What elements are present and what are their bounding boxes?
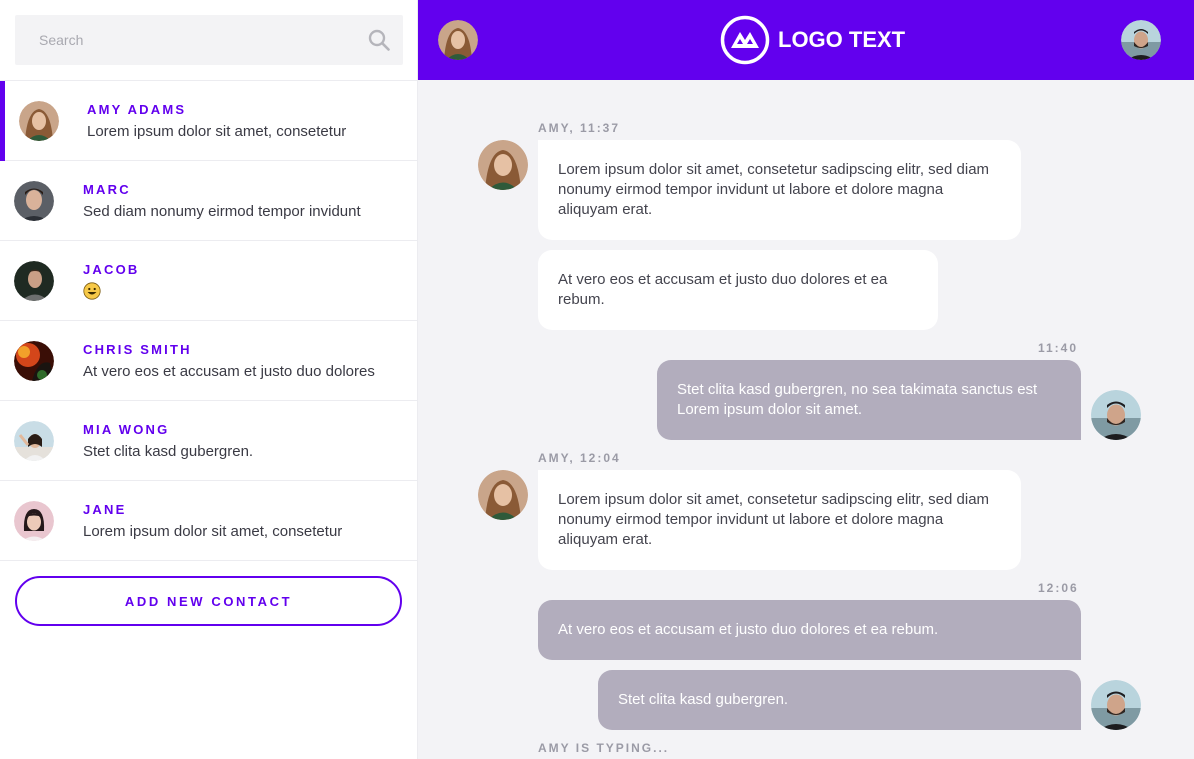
contact-name: Amy Adams bbox=[87, 102, 187, 117]
contact-preview: Lorem ipsum dolor sit amet, consetetur bbox=[83, 523, 343, 540]
contacts-sidebar: Amy Adams Lorem ipsum dolor sit amet, co… bbox=[0, 0, 418, 759]
message-bubble: Stet clita kasd gubergren, no sea takima… bbox=[657, 360, 1081, 440]
contact-name: Jacob bbox=[83, 262, 140, 277]
contact-item-chris-smith[interactable]: Chris Smith At vero eos et accusam et ju… bbox=[0, 321, 418, 401]
logo-text: LOGO TEXT bbox=[778, 27, 906, 52]
contact-item-jane[interactable]: Jane Lorem ipsum dolor sit amet, consete… bbox=[0, 481, 418, 561]
contact-preview: At vero eos et accusam et justo duo dolo… bbox=[83, 363, 375, 380]
user-avatar[interactable] bbox=[1121, 20, 1161, 60]
contact-item-marc[interactable]: Marc Sed diam nonumy eirmod tempor invid… bbox=[0, 161, 418, 241]
contact-preview: Sed diam nonumy eirmod tempor invidunt bbox=[83, 203, 361, 220]
contact-item-amy-adams[interactable]: Amy Adams Lorem ipsum dolor sit amet, co… bbox=[0, 81, 418, 161]
contact-name: Chris Smith bbox=[83, 342, 192, 357]
jane-avatar bbox=[14, 501, 54, 541]
amy-avatar bbox=[478, 140, 528, 190]
user-avatar bbox=[1091, 390, 1141, 440]
contact-name: Mia Wong bbox=[83, 422, 170, 437]
contact-item-jacob[interactable]: Jacob bbox=[0, 241, 418, 321]
amy-avatar bbox=[478, 470, 528, 520]
marc-avatar bbox=[14, 181, 54, 221]
add-new-contact-button[interactable]: ADD NEW CONTACT bbox=[15, 576, 402, 626]
typing-indicator: AMY IS TYPING... bbox=[538, 741, 670, 755]
current-contact-avatar[interactable] bbox=[438, 20, 478, 60]
chat-panel: LOGO TEXT AMY, 11:37 Lorem ipsum dolor s… bbox=[418, 0, 1194, 759]
message-meta: 11:40 bbox=[1038, 341, 1079, 355]
user-avatar bbox=[1091, 680, 1141, 730]
search-icon[interactable] bbox=[367, 28, 391, 52]
contact-name: Jane bbox=[83, 502, 127, 517]
message-bubble: Lorem ipsum dolor sit amet, consetetur s… bbox=[538, 140, 1021, 240]
contact-name: Marc bbox=[83, 182, 131, 197]
chat-header: LOGO TEXT bbox=[418, 0, 1194, 80]
logo-icon bbox=[720, 15, 770, 65]
message-meta: AMY, 11:37 bbox=[538, 121, 621, 135]
message-bubble: At vero eos et accusam et justo duo dolo… bbox=[538, 250, 938, 330]
message-meta: AMY, 12:04 bbox=[538, 451, 621, 465]
contact-preview: Stet clita kasd gubergren. bbox=[83, 443, 254, 460]
jacob-avatar bbox=[14, 261, 54, 301]
mia-avatar bbox=[14, 421, 54, 461]
message-bubble: Lorem ipsum dolor sit amet, consetetur s… bbox=[538, 470, 1021, 570]
search-input[interactable] bbox=[15, 15, 355, 65]
contact-preview: Lorem ipsum dolor sit amet, consetetur bbox=[87, 123, 347, 140]
contact-item-mia-wong[interactable]: Mia Wong Stet clita kasd gubergren. bbox=[0, 401, 418, 481]
grinning-face-emoji-icon bbox=[83, 282, 101, 300]
search-box bbox=[15, 15, 403, 65]
message-meta: 12:06 bbox=[1038, 581, 1079, 595]
message-bubble: Stet clita kasd gubergren. bbox=[598, 670, 1081, 730]
message-bubble: At vero eos et accusam et justo duo dolo… bbox=[538, 600, 1081, 660]
amy-avatar bbox=[19, 101, 59, 141]
chris-avatar bbox=[14, 341, 54, 381]
